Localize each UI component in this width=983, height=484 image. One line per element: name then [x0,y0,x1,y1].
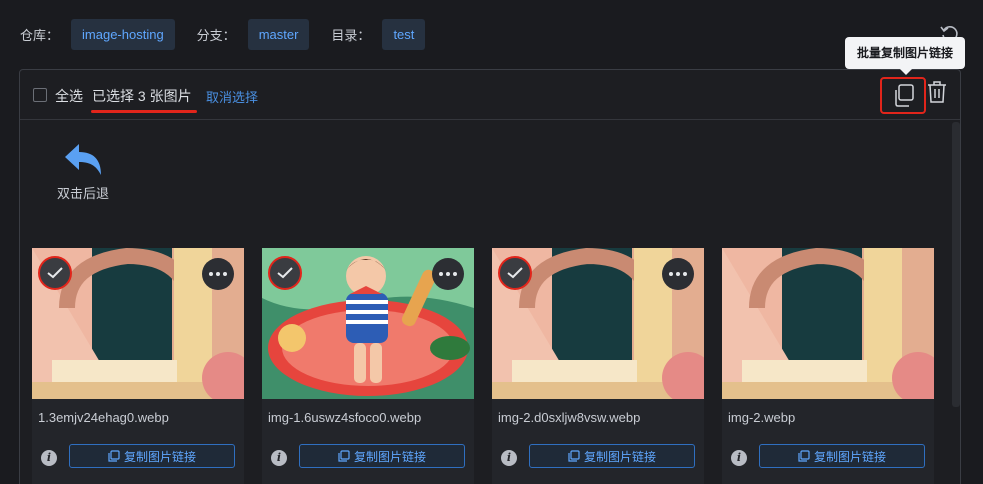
selected-checkmark[interactable] [498,256,532,290]
more-icon[interactable] [202,258,234,290]
selected-count-text: 已选择 3 张图片 [92,88,192,104]
selected-checkmark[interactable] [38,256,72,290]
info-icon[interactable]: i [271,450,287,466]
repo-bar: 仓库： image-hosting 分支： master 目录： test [20,18,447,50]
branch-label: 分支： [196,27,236,43]
info-icon[interactable]: i [731,450,747,466]
copy-link-button[interactable]: 复制图片链接 [299,444,465,468]
copy-link-button[interactable]: 复制图片链接 [759,444,925,468]
image-filename: img-2.d0sxljw8vsw.webp [498,410,641,425]
image-panel: 全选 已选择 3 张图片 取消选择 双击后退 1.3emjv24ehag0.we… [19,69,961,484]
copy-link-label: 复制图片链接 [583,449,656,464]
image-thumbnail[interactable] [722,248,934,399]
selected-count-underline [91,110,197,113]
more-icon[interactable] [662,258,694,290]
branch-select[interactable]: master [247,18,310,50]
copy-icon [338,450,350,462]
cancel-selection-link[interactable]: 取消选择 [206,87,258,106]
copy-link-label: 复制图片链接 [123,449,196,464]
dir-select[interactable]: test [382,18,426,50]
copy-link-button[interactable]: 复制图片链接 [69,444,235,468]
info-icon[interactable]: i [41,450,57,466]
batch-copy-links-button[interactable] [880,77,926,114]
selection-toolbar: 全选 已选择 3 张图片 取消选择 [20,70,960,120]
repo-select[interactable]: image-hosting [71,18,175,50]
more-icon[interactable] [432,258,464,290]
select-all-label[interactable]: 全选 [55,86,83,106]
selected-checkmark[interactable] [268,256,302,290]
image-filename: img-1.6uswz4sfoco0.webp [268,410,422,425]
back-button[interactable]: 双击后退 [53,143,113,202]
batch-copy-tooltip: 批量复制图片链接 [845,37,965,75]
copy-link-button[interactable]: 复制图片链接 [529,444,695,468]
image-card[interactable]: img-2.d0sxljw8vsw.webp i 复制图片链接 [492,248,704,484]
image-filename: 1.3emjv24ehag0.webp [38,410,169,425]
check-icon [47,267,63,279]
copy-link-label: 复制图片链接 [353,449,426,464]
info-icon[interactable]: i [501,450,517,466]
check-icon [277,267,293,279]
dir-label: 目录： [331,27,371,43]
select-all-checkbox[interactable] [33,88,47,102]
image-filename: img-2.webp [728,410,796,425]
copy-icon [798,450,810,462]
copy-link-label: 复制图片链接 [813,449,886,464]
trash-icon[interactable] [926,80,948,104]
repo-label: 仓库： [20,27,60,43]
copy-icon [108,450,120,462]
back-arrow-icon [65,144,101,175]
image-card[interactable]: 1.3emjv24ehag0.webp i 复制图片链接 [32,248,244,484]
scrollbar[interactable] [952,122,960,407]
check-icon [507,267,523,279]
copy-icon [568,450,580,462]
back-label: 双击后退 [56,186,109,201]
image-card[interactable]: img-2.webp i 复制图片链接 [722,248,934,484]
copy-icon [895,84,914,107]
image-card[interactable]: img-1.6uswz4sfoco0.webp i 复制图片链接 [262,248,474,484]
